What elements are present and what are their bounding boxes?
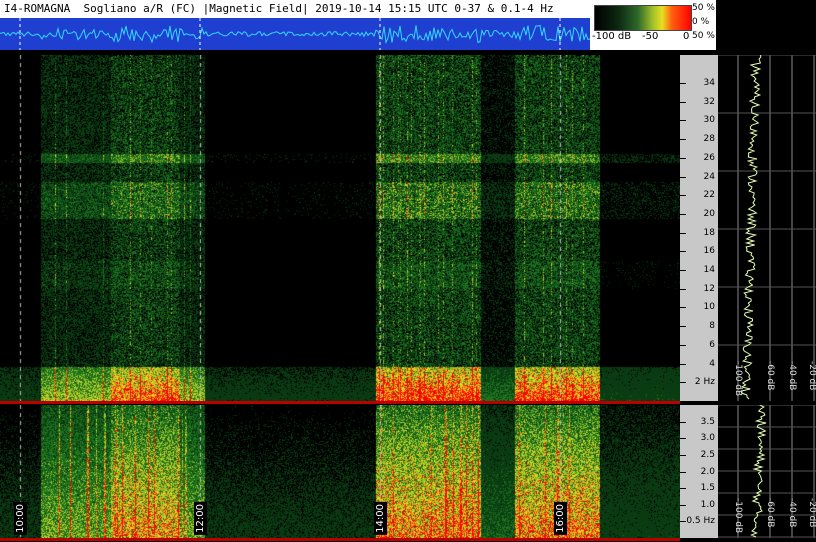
side-spectrum-lower-svg: -100 dB -60 dB -40 dB -20 dB — [718, 404, 816, 538]
waveform-strip — [0, 18, 590, 50]
y-tick-mark — [680, 521, 686, 523]
side-db-label: -20 dB — [807, 498, 816, 527]
y-tick-label: 8 — [709, 321, 715, 332]
y-tick-mark — [680, 421, 686, 423]
y-tick-label: 30 — [703, 115, 715, 126]
side-spectrum-lower: -100 dB -60 dB -40 dB -20 dB — [718, 404, 816, 538]
y-tick-mark — [680, 363, 686, 365]
side-spectrum-line — [740, 54, 762, 400]
y-tick-mark — [680, 251, 686, 253]
side-db-label: -20 dB — [807, 361, 816, 390]
y-tick-mark — [680, 83, 686, 85]
y-tick-label: 16 — [703, 246, 715, 257]
y-tick-mark — [680, 471, 686, 473]
y-tick-mark — [680, 232, 686, 234]
time-tick-label: 14:00 — [374, 502, 387, 535]
time-tick-label: 12:00 — [194, 502, 207, 535]
y-tick-mark — [680, 176, 686, 178]
y-tick-label: 12 — [703, 283, 715, 294]
y-tick-mark — [680, 120, 686, 122]
spectrogram-upper-canvas — [0, 55, 680, 401]
panel-separator — [0, 401, 680, 404]
waveform-line — [0, 24, 590, 45]
y-tick-mark — [680, 326, 686, 328]
y-tick-mark — [680, 195, 686, 197]
y-tick-label: 1.5 — [700, 483, 715, 494]
y-tick-label: 18 — [703, 227, 715, 238]
side-db-label: -100 dB — [733, 361, 743, 396]
y-tick-label: 14 — [703, 265, 715, 276]
colorbar — [594, 5, 692, 31]
y-tick-mark — [680, 288, 686, 290]
y-tick-label: 4 — [709, 358, 715, 369]
y-tick-mark — [680, 157, 686, 159]
y-tick-label: 2 Hz — [694, 377, 715, 388]
side-spectrum-upper-svg: -100 dB -60 dB -40 dB -20 dB — [718, 54, 816, 401]
y-tick-mark — [680, 488, 686, 490]
y-tick-mark — [680, 504, 686, 506]
y-tick-label: 3.0 — [700, 433, 715, 444]
y-tick-label: 34 — [703, 78, 715, 89]
y-tick-label: 24 — [703, 171, 715, 182]
spectrogram-upper — [0, 55, 680, 401]
percent-label-bottom: 50 % — [692, 31, 715, 41]
colorbar-max-label: 0 — [683, 31, 690, 42]
y-tick-mark — [680, 454, 686, 456]
y-tick-label: 2.5 — [700, 449, 715, 460]
chart-title: I4-ROMAGNA Sogliano a/R (FC) |Magnetic F… — [0, 0, 590, 18]
time-tick-label: 10:00 — [14, 502, 27, 535]
y-tick-mark — [680, 382, 686, 384]
y-tick-label: 26 — [703, 152, 715, 163]
y-tick-label: 0.5 Hz — [686, 516, 715, 527]
y-tick-mark — [680, 101, 686, 103]
spectrogram-lower — [0, 405, 680, 538]
time-tick-label: 16:00 — [554, 502, 567, 535]
side-db-label: -40 dB — [787, 498, 797, 527]
percent-label-top: 50 % — [692, 3, 715, 13]
waveform-svg — [0, 18, 590, 50]
y-tick-mark — [680, 438, 686, 440]
y-axis-lower: 0.5 Hz 1.0 1.5 2.0 2.5 3.0 3.5 — [680, 405, 718, 538]
y-tick-label: 3.5 — [700, 416, 715, 427]
y-tick-label: 10 — [703, 302, 715, 313]
y-tick-mark — [680, 270, 686, 272]
y-axis-upper: 2 Hz 4 6 8 10 12 14 16 18 20 22 24 26 28 30 32 34 — [680, 55, 718, 401]
y-tick-label: 20 — [703, 208, 715, 219]
side-db-label: -60 dB — [765, 361, 775, 390]
colorbar-min-label: -100 dB — [592, 31, 632, 42]
y-tick-mark — [680, 307, 686, 309]
y-tick-label: 22 — [703, 190, 715, 201]
y-tick-label: 6 — [709, 339, 715, 350]
side-db-label: -40 dB — [787, 361, 797, 390]
y-tick-mark — [680, 213, 686, 215]
colorbar-mid-label: -50 — [642, 31, 659, 42]
y-tick-label: 1.0 — [700, 499, 715, 510]
y-tick-label: 28 — [703, 134, 715, 145]
side-spectrum-upper: -100 dB -60 dB -40 dB -20 dB — [718, 54, 816, 401]
y-tick-label: 32 — [703, 96, 715, 107]
side-db-label: -100 dB — [733, 498, 743, 533]
y-tick-mark — [680, 139, 686, 141]
percent-label-mid: 0 % — [692, 17, 710, 27]
y-tick-mark — [680, 344, 686, 346]
side-db-label: -60 dB — [765, 498, 775, 527]
spectrogram-lower-canvas — [0, 405, 680, 538]
color-scale-box: -100 dB -50 0 50 % 0 % 50 % — [590, 0, 716, 50]
y-tick-label: 2.0 — [700, 466, 715, 477]
